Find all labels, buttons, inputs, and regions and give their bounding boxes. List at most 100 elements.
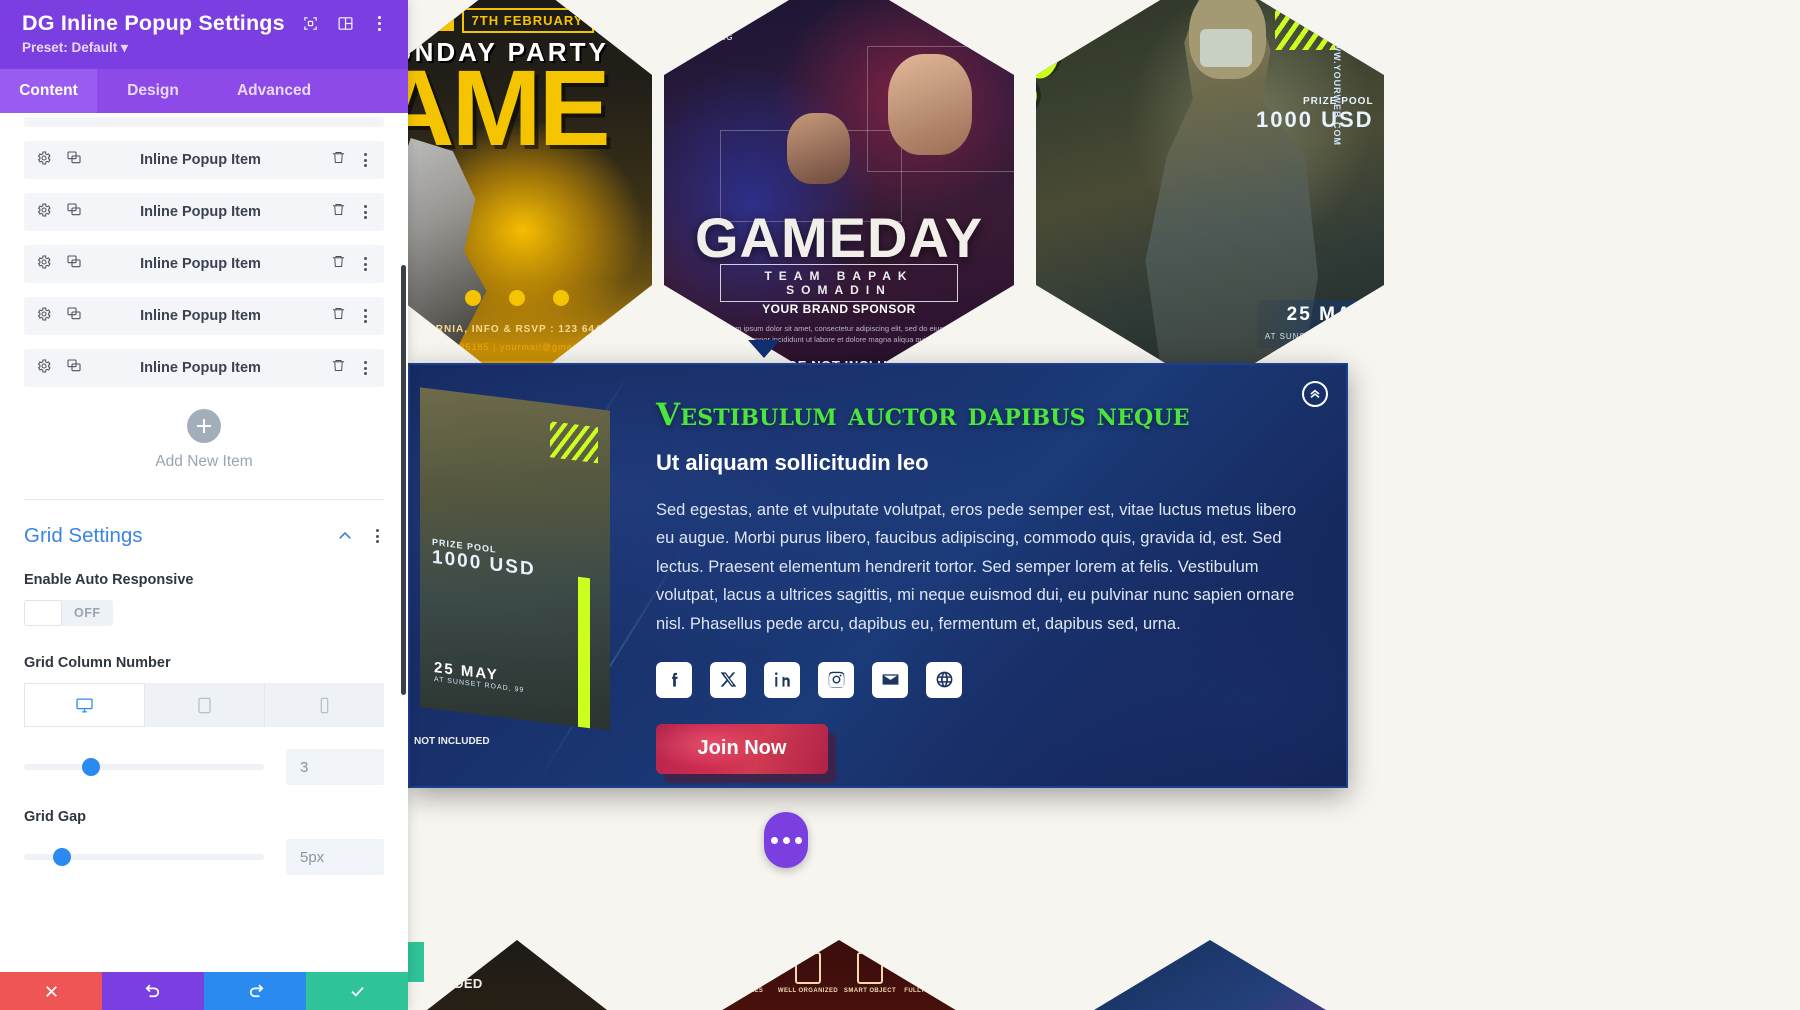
more-options-fab[interactable] <box>764 812 808 868</box>
grid-gap-control <box>24 839 384 875</box>
list-item[interactable]: Inline Popup Item <box>24 141 384 179</box>
kebab-menu-icon[interactable] <box>358 153 372 167</box>
grid-settings-title: Grid Settings <box>24 524 143 547</box>
tab-advanced[interactable]: Advanced <box>209 69 339 113</box>
panel-scrollbar[interactable] <box>401 265 406 695</box>
trash-icon[interactable] <box>331 150 346 170</box>
layout-columns-icon[interactable] <box>337 15 354 32</box>
redo-button[interactable] <box>204 972 306 1010</box>
gear-icon[interactable] <box>36 306 52 327</box>
panel-scroll-area: Inline Popup Item Inline Popup Item Inli… <box>0 113 408 972</box>
esport-prize-value: 1000 USD <box>1256 107 1374 132</box>
gear-icon[interactable] <box>36 202 52 223</box>
badge-label: PSD FILES <box>728 988 764 994</box>
slider-handle[interactable] <box>81 758 100 776</box>
slider-handle[interactable] <box>52 848 71 866</box>
website-globe-icon[interactable] <box>926 661 962 698</box>
double-chevron-up-icon[interactable] <box>1302 381 1328 407</box>
grid-column-number-input[interactable] <box>286 749 384 785</box>
email-icon[interactable] <box>872 661 908 698</box>
gameday-sponsor: YOUR BRAND SPONSOR <box>762 301 916 316</box>
popup-content: Vestibulum auctor dapibus neque Ut aliqu… <box>656 397 1316 783</box>
football-address: LIFORNIA, INFO & RSVP : 123 6444 73 <box>409 324 625 336</box>
badge-label: FULLY EDITABLE <box>904 988 960 994</box>
esport-venue: AT SUNSET ROAD, 99 <box>1264 332 1366 341</box>
grid-gap-label: Grid Gap <box>24 809 87 825</box>
add-new-item-button[interactable]: Add New Item <box>24 409 384 471</box>
gear-icon[interactable] <box>36 254 52 275</box>
football-social-icons <box>382 290 652 306</box>
device-tablet-button[interactable] <box>145 683 265 727</box>
device-desktop-button[interactable] <box>24 683 145 727</box>
chevron-up-icon[interactable] <box>336 527 354 545</box>
badge-label: WELL ORGANIZED <box>777 988 839 994</box>
moto-badges: PSD FILES WELL ORGANIZED SMART OBJECT FU… <box>664 952 1014 994</box>
kebab-menu-icon[interactable] <box>358 361 372 375</box>
popup-image-date: 25 MAY 25 MAY AT SUNSET ROAD, 99 <box>434 659 524 694</box>
duplicate-icon[interactable] <box>66 254 82 275</box>
tab-content[interactable]: Content <box>0 69 97 113</box>
trash-icon[interactable] <box>331 202 346 222</box>
gear-icon[interactable] <box>36 358 52 379</box>
grid-column-number-slider[interactable] <box>24 758 264 776</box>
enable-auto-responsive-toggle[interactable]: OFF <box>24 600 113 626</box>
gear-icon[interactable] <box>36 150 52 171</box>
gameday-team: TEAM BAPAK SOMADIN <box>720 264 958 302</box>
popup-image-not-included: NOT INCLUDED <box>414 736 490 747</box>
list-item[interactable]: Inline Popup Item <box>24 349 384 387</box>
x-twitter-icon[interactable] <box>710 661 746 698</box>
list-item[interactable]: Inline Popup Item <box>24 245 384 283</box>
duplicate-icon[interactable] <box>66 358 82 379</box>
panel-tabs: Content Design Advanced <box>0 69 408 113</box>
join-now-button[interactable]: Join Now <box>656 723 828 774</box>
kebab-menu-icon[interactable] <box>358 205 372 219</box>
gallery-item-esport[interactable]: ESPORT TOURNAMENT PRIZE POOL 1000 USD WW… <box>1036 0 1384 390</box>
list-item-label: Inline Popup Item <box>140 152 261 168</box>
list-item[interactable]: Inline Popup Item <box>24 297 384 335</box>
instagram-icon[interactable] <box>818 661 854 698</box>
list-item[interactable]: Inline Popup Item <box>24 193 384 231</box>
gallery-item-gameday[interactable]: E KENTANG GAMEDAY TEAM BAPAK SOMADIN YOU… <box>664 0 1014 390</box>
facebook-icon[interactable] <box>656 661 692 698</box>
device-phone-button[interactable] <box>265 683 384 727</box>
grid-settings-header[interactable]: Grid Settings <box>24 500 384 548</box>
add-new-item-label: Add New Item <box>155 453 253 470</box>
focus-icon[interactable] <box>302 15 319 32</box>
kebab-menu-icon[interactable] <box>370 529 384 543</box>
grid-gap-input[interactable] <box>286 839 384 875</box>
cancel-button[interactable] <box>0 972 102 1010</box>
grid-column-number-label: Grid Column Number <box>24 655 171 671</box>
kebab-menu-icon[interactable] <box>358 257 372 271</box>
inline-popup: PRIZE POOL 1000 USD 25 MAY 25 MAY AT SUN… <box>408 363 1348 788</box>
save-button[interactable] <box>306 972 408 1010</box>
gameday-title: GAMEDAY <box>694 206 984 270</box>
grid-gap-slider[interactable] <box>24 848 264 866</box>
kebab-menu-icon[interactable] <box>358 309 372 323</box>
gameday-brand: E KENTANG <box>678 33 734 42</box>
esport-date-block: 25 MAY AT SUNSET ROAD, 99 <box>1256 300 1374 348</box>
gallery-row-top: C LEAGUE FINAL WING 7TH FEBRUARY UNDAY P… <box>382 0 1384 390</box>
duplicate-icon[interactable] <box>66 202 82 223</box>
gallery-item-bottom-right[interactable] <box>1036 940 1384 1010</box>
settings-panel: DG Inline Popup Settings Preset: Default… <box>0 0 408 1010</box>
panel-footer <box>0 972 408 1010</box>
popup-cta-wrapper: Join Now <box>656 723 836 783</box>
trash-icon[interactable] <box>331 254 346 274</box>
esport-date: 25 MAY <box>1286 304 1366 325</box>
linkedin-icon[interactable] <box>764 661 800 698</box>
tab-design[interactable]: Design <box>97 69 209 113</box>
kebab-menu-icon[interactable] <box>372 16 386 31</box>
undo-button[interactable] <box>102 972 204 1010</box>
duplicate-icon[interactable] <box>66 306 82 327</box>
trash-icon[interactable] <box>331 306 346 326</box>
gallery-item-football[interactable]: C LEAGUE FINAL WING 7TH FEBRUARY UNDAY P… <box>382 0 652 390</box>
trash-icon[interactable] <box>331 358 346 378</box>
esport-prize: PRIZE POOL 1000 USD <box>1256 96 1374 133</box>
gameday-logo-icon <box>685 0 719 25</box>
popup-caret-icon <box>748 340 780 358</box>
toggle-knob <box>24 600 62 626</box>
popup-social-links <box>656 661 1316 698</box>
gallery-item-moto[interactable]: PSD FILES WELL ORGANIZED SMART OBJECT FU… <box>664 940 1014 1010</box>
duplicate-icon[interactable] <box>66 150 82 171</box>
preset-selector[interactable]: Preset: Default ▾ <box>22 40 386 56</box>
